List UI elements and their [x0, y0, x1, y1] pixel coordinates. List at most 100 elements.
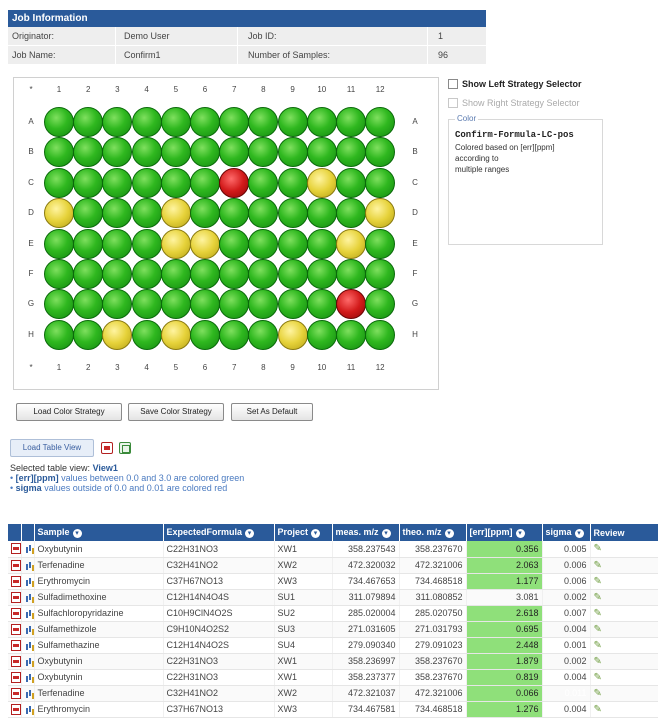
well-D9[interactable] — [277, 198, 308, 229]
table-row[interactable]: Sulfamethizole C9H10N4O2S2 SU3 271.031605 27… — [8, 621, 658, 638]
well-F1[interactable] — [44, 259, 74, 289]
row-chart-icon[interactable] — [21, 605, 35, 622]
well-C8[interactable] — [248, 167, 279, 198]
row-chart-icon[interactable] — [21, 701, 35, 718]
review-icon[interactable]: ✎ — [594, 656, 602, 667]
well-A4[interactable] — [131, 107, 162, 137]
well-E8[interactable] — [248, 228, 279, 259]
well-D4[interactable] — [131, 198, 162, 229]
well-A6[interactable] — [190, 107, 220, 137]
well-A9[interactable] — [277, 107, 308, 137]
well-C7[interactable] — [219, 167, 250, 198]
well-H9[interactable] — [277, 319, 308, 350]
load-color-strategy-button[interactable]: Load Color Strategy — [16, 403, 122, 421]
row-chart-icon[interactable] — [21, 557, 35, 574]
well-H4[interactable] — [131, 319, 162, 350]
well-H8[interactable] — [248, 319, 279, 350]
well-G5[interactable] — [160, 289, 191, 320]
cell-review[interactable]: ✎ — [590, 685, 658, 702]
well-C10[interactable] — [306, 167, 337, 198]
well-G11[interactable] — [336, 289, 366, 320]
well-F2[interactable] — [73, 259, 104, 289]
well-D3[interactable] — [102, 198, 133, 229]
well-C11[interactable] — [336, 167, 366, 198]
well-A1[interactable] — [44, 107, 74, 137]
save-color-strategy-button[interactable]: Save Color Strategy — [128, 403, 224, 421]
well-B11[interactable] — [336, 137, 366, 168]
well-H10[interactable] — [306, 319, 337, 350]
row-pdf-icon[interactable] — [8, 605, 22, 622]
well-C2[interactable] — [73, 167, 104, 198]
well-F7[interactable] — [219, 259, 250, 289]
well-H3[interactable] — [102, 319, 133, 350]
left-strategy-checkbox[interactable] — [448, 79, 458, 89]
well-C6[interactable] — [190, 167, 220, 198]
row-pdf-icon[interactable] — [8, 589, 22, 606]
header-theo-mz[interactable]: theo. m/z ▾ — [399, 524, 467, 541]
header-sigma[interactable]: sigma ▾ — [542, 524, 591, 541]
well-H12[interactable] — [365, 319, 396, 350]
well-C3[interactable] — [102, 167, 133, 198]
well-E2[interactable] — [73, 228, 104, 259]
review-icon[interactable]: ✎ — [594, 704, 602, 715]
cell-review[interactable]: ✎ — [590, 573, 658, 590]
well-D6[interactable] — [190, 198, 220, 229]
well-B5[interactable] — [160, 137, 191, 168]
row-pdf-icon[interactable] — [8, 557, 22, 574]
well-H2[interactable] — [73, 319, 104, 350]
well-G1[interactable] — [44, 289, 74, 320]
well-D2[interactable] — [73, 198, 104, 229]
row-pdf-icon[interactable] — [8, 637, 22, 654]
well-C12[interactable] — [365, 167, 396, 198]
row-pdf-icon[interactable] — [8, 653, 22, 670]
show-left-strategy-toggle[interactable]: Show Left Strategy Selector — [448, 79, 582, 89]
well-E7[interactable] — [219, 228, 250, 259]
well-E9[interactable] — [277, 228, 308, 259]
review-icon[interactable]: ✎ — [594, 560, 602, 571]
well-D1[interactable] — [44, 198, 74, 229]
well-B2[interactable] — [73, 137, 104, 168]
pdf-export-icon[interactable] — [101, 442, 113, 454]
table-row[interactable]: Oxybutynin C22H31NO3 XW1 358.237377 358.2376… — [8, 669, 658, 686]
set-as-default-button[interactable]: Set As Default — [231, 403, 313, 421]
well-B6[interactable] — [190, 137, 220, 168]
row-pdf-icon[interactable] — [8, 621, 22, 638]
review-icon[interactable]: ✎ — [594, 672, 602, 683]
well-E4[interactable] — [131, 228, 162, 259]
header-sample[interactable]: Sample ▾ — [34, 524, 164, 541]
header-err-ppm[interactable]: [err][ppm] ▾ — [466, 524, 543, 541]
well-C1[interactable] — [44, 167, 74, 198]
row-pdf-icon[interactable] — [8, 669, 22, 686]
review-icon[interactable]: ✎ — [594, 543, 602, 554]
well-F9[interactable] — [277, 259, 308, 289]
well-A5[interactable] — [160, 107, 191, 137]
well-E5[interactable] — [160, 228, 191, 259]
well-B1[interactable] — [44, 137, 74, 168]
row-chart-icon[interactable] — [21, 685, 35, 702]
header-review[interactable]: Review — [590, 524, 658, 541]
well-B7[interactable] — [219, 137, 250, 168]
row-pdf-icon[interactable] — [8, 573, 22, 590]
table-row[interactable]: Sulfadimethoxine C12H14N4O4S SU1 311.079894… — [8, 589, 658, 606]
well-G12[interactable] — [365, 289, 396, 320]
cell-review[interactable]: ✎ — [590, 701, 658, 718]
table-row[interactable]: Erythromycin C37H67NO13 XW3 734.467653 734.4… — [8, 573, 658, 590]
show-right-strategy-toggle[interactable]: Show Right Strategy Selector — [448, 98, 580, 108]
row-chart-icon[interactable] — [21, 589, 35, 606]
cell-review[interactable]: ✎ — [590, 653, 658, 670]
well-D7[interactable] — [219, 198, 250, 229]
table-row[interactable]: Erythromycin C37H67NO13 XW3 734.467581 734.4… — [8, 701, 658, 718]
well-A10[interactable] — [306, 107, 337, 137]
cell-review[interactable]: ✎ — [590, 605, 658, 622]
well-A11[interactable] — [336, 107, 366, 137]
right-strategy-checkbox[interactable] — [448, 98, 458, 108]
cell-review[interactable]: ✎ — [590, 637, 658, 654]
well-D5[interactable] — [160, 198, 191, 229]
well-H11[interactable] — [336, 319, 366, 350]
table-row[interactable]: Terfenadine C32H41NO2 XW2 472.321037 472.321… — [8, 685, 658, 702]
spreadsheet-export-icon[interactable] — [119, 442, 131, 454]
well-F8[interactable] — [248, 259, 279, 289]
well-E3[interactable] — [102, 228, 133, 259]
cell-review[interactable]: ✎ — [590, 621, 658, 638]
well-G8[interactable] — [248, 289, 279, 320]
